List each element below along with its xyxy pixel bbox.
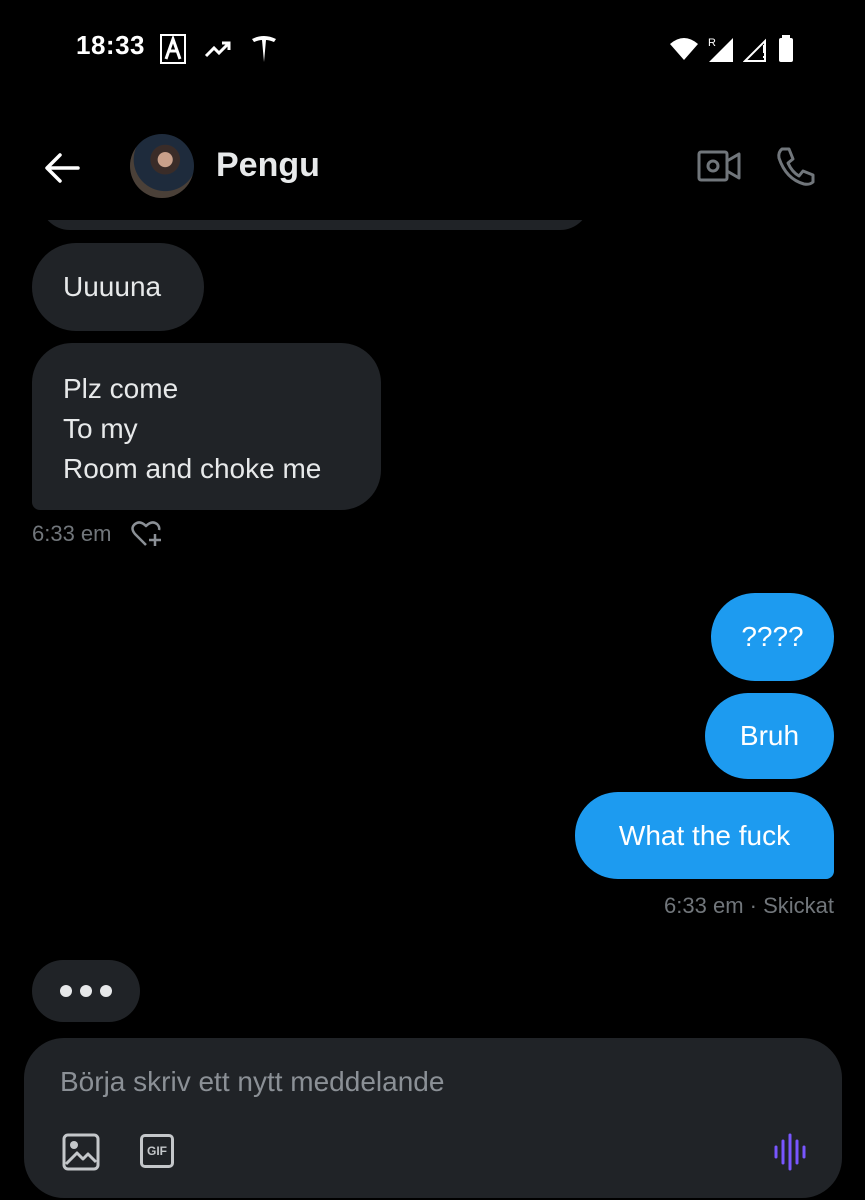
- signal-icon: [743, 38, 766, 62]
- message-bubble-outgoing[interactable]: What the fuck: [575, 792, 834, 879]
- typing-dot: [80, 985, 92, 997]
- image-icon[interactable]: [62, 1133, 100, 1171]
- phone-call-icon[interactable]: [774, 144, 818, 188]
- contact-avatar[interactable]: [130, 134, 194, 198]
- tesla-icon: [252, 36, 276, 62]
- message-timestamp: 6:33 em: [32, 521, 112, 546]
- video-call-icon[interactable]: [696, 146, 742, 186]
- message-bubble-outgoing[interactable]: Bruh: [705, 693, 834, 779]
- message-bubble-incoming[interactable]: Plz come To my Room and choke me: [32, 343, 381, 510]
- app-a-icon: [160, 34, 186, 64]
- message-bubble-outgoing[interactable]: ????: [711, 593, 834, 681]
- contact-name[interactable]: Pengu: [216, 146, 320, 185]
- typing-dot: [60, 985, 72, 997]
- status-right-icons-overlay: R: [669, 30, 795, 68]
- message-bubble-incoming[interactable]: Uuuuna: [32, 243, 204, 331]
- wifi-icon: [670, 38, 698, 60]
- message-text: Bruh: [739, 720, 800, 751]
- voice-message-icon[interactable]: [772, 1133, 810, 1171]
- message-text-line: Plz come: [63, 373, 179, 404]
- add-reaction-icon[interactable]: [130, 519, 164, 549]
- typing-indicator: [32, 960, 140, 1022]
- gif-label: GIF: [147, 1144, 167, 1158]
- message-text: ????: [741, 621, 804, 652]
- message-text: Uuuuna: [63, 271, 162, 302]
- signal-r-icon: R: [708, 37, 733, 62]
- status-left-icons-overlay: [160, 30, 278, 68]
- message-input[interactable]: [60, 1062, 740, 1102]
- gif-button[interactable]: GIF: [140, 1134, 174, 1168]
- typing-dot: [100, 985, 112, 997]
- trending-icon: [204, 41, 231, 58]
- message-text-line: Room and choke me: [63, 453, 322, 484]
- svg-text:R: R: [708, 37, 716, 49]
- back-arrow-icon[interactable]: [40, 146, 84, 190]
- message-text-line: To my: [63, 413, 138, 444]
- message-sent-status: 6:33 em · Skickat: [664, 893, 834, 918]
- message-text: What the fuck: [618, 819, 791, 851]
- battery-icon: [779, 35, 793, 62]
- status-time-overlay: 18:33: [76, 30, 145, 60]
